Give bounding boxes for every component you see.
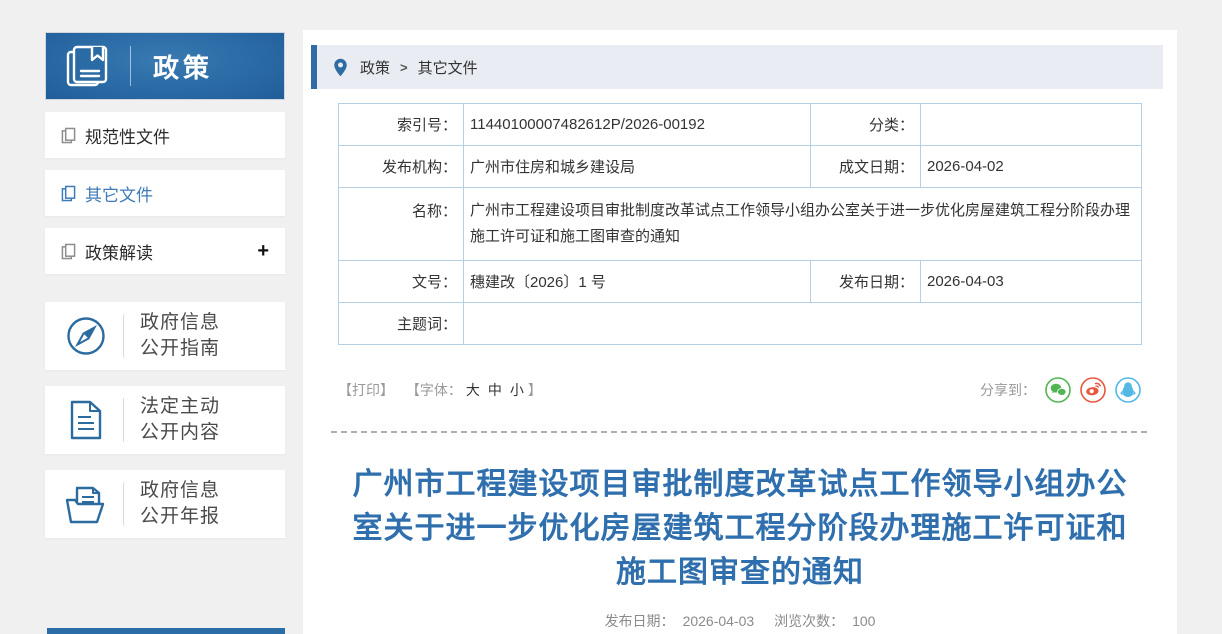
breadcrumb-separator: >: [400, 60, 408, 75]
sidebar-title: 政策: [153, 48, 213, 85]
expand-plus-icon[interactable]: +: [257, 240, 269, 263]
weibo-icon[interactable]: [1080, 377, 1106, 403]
card-label: 政府信息 公开年报: [140, 478, 220, 530]
print-font-controls: 【打印】 【字体：大中小】: [338, 380, 542, 400]
dashed-divider: [331, 431, 1147, 433]
agency-label: 发布机构：: [339, 146, 464, 188]
meta-views-label: 浏览次数：: [774, 613, 844, 629]
sidebar-item-label: 规范性文件: [85, 123, 170, 148]
table-row: 文号： 穗建改〔2026〕1 号 发布日期： 2026-04-03: [339, 261, 1142, 303]
main-panel: 政策 > 其它文件 索引号： 11440100007482612P/2026-0…: [303, 30, 1177, 634]
sidebar-item-other-docs[interactable]: 其它文件: [45, 170, 285, 216]
sidebar-item-label: 政策解读: [85, 239, 153, 264]
print-button[interactable]: 【打印】: [338, 382, 394, 398]
subject-value: [464, 303, 1142, 345]
page: 政策 规范性文件 其它文件: [0, 0, 1222, 634]
share-label: 分享到：: [980, 380, 1036, 400]
sidebar-item-normative-docs[interactable]: 规范性文件: [45, 112, 285, 158]
doc-pages-icon: [61, 127, 76, 144]
written-date-value: 2026-04-02: [921, 146, 1142, 188]
agency-value: 广州市住房和城乡建设局: [464, 146, 811, 188]
card-divider: [123, 314, 124, 358]
compass-icon: [63, 314, 109, 358]
category-value: [921, 104, 1142, 146]
name-value: 广州市工程建设项目审批制度改革试点工作领导小组办公室关于进一步优化房屋建筑工程分…: [464, 188, 1142, 261]
table-row: 名称： 广州市工程建设项目审批制度改革试点工作领导小组办公室关于进一步优化房屋建…: [339, 188, 1142, 261]
table-row: 索引号： 11440100007482612P/2026-00192 分类：: [339, 104, 1142, 146]
breadcrumb-current[interactable]: 其它文件: [418, 57, 478, 78]
qq-icon[interactable]: [1115, 377, 1141, 403]
wechat-icon[interactable]: [1045, 377, 1071, 403]
doc-number-value: 穗建改〔2026〕1 号: [464, 261, 811, 303]
table-row: 主题词：: [339, 303, 1142, 345]
article-toolbar: 【打印】 【字体：大中小】 分享到：: [338, 377, 1141, 403]
header-divider: [130, 46, 131, 86]
card-divider: [123, 398, 124, 442]
font-size-small-button[interactable]: 小: [510, 382, 524, 398]
card-label: 法定主动 公开内容: [140, 394, 220, 446]
breadcrumb: 政策 > 其它文件: [311, 45, 1163, 89]
font-size-medium-button[interactable]: 中: [488, 382, 502, 398]
written-date-label: 成文日期：: [811, 146, 921, 188]
share-bar: 分享到：: [980, 377, 1141, 403]
publish-date-value: 2026-04-03: [921, 261, 1142, 303]
sidebar-next-section-bar: [47, 628, 285, 634]
doc-number-label: 文号：: [339, 261, 464, 303]
meta-views-count: 100: [852, 613, 875, 629]
card-legal-disclosure[interactable]: 法定主动 公开内容: [45, 386, 285, 454]
meta-publish-label: 发布日期：: [605, 613, 675, 629]
category-label: 分类：: [811, 104, 921, 146]
book-icon: [64, 43, 112, 89]
card-annual-report[interactable]: 政府信息 公开年报: [45, 470, 285, 538]
index-number-value: 11440100007482612P/2026-00192: [464, 104, 811, 146]
document-meta-table: 索引号： 11440100007482612P/2026-00192 分类： 发…: [338, 103, 1142, 345]
subject-label: 主题词：: [339, 303, 464, 345]
doc-pages-icon: [61, 243, 76, 260]
font-size-large-button[interactable]: 大: [466, 382, 480, 398]
sidebar-header: 政策: [45, 32, 285, 100]
sidebar-item-label: 其它文件: [85, 181, 153, 206]
sidebar: 政策 规范性文件 其它文件: [45, 32, 285, 554]
breadcrumb-link-policy[interactable]: 政策: [360, 57, 390, 78]
card-gov-info-guide[interactable]: 政府信息 公开指南: [45, 302, 285, 370]
index-number-label: 索引号：: [339, 104, 464, 146]
name-label: 名称：: [339, 188, 464, 261]
doc-pages-icon: [61, 185, 76, 202]
sidebar-item-policy-interpretation[interactable]: 政策解读 +: [45, 228, 285, 274]
table-row: 发布机构： 广州市住房和城乡建设局 成文日期： 2026-04-02: [339, 146, 1142, 188]
article-meta: 发布日期： 2026-04-03 浏览次数： 100: [303, 611, 1177, 631]
card-divider: [123, 482, 124, 526]
card-label: 政府信息 公开指南: [140, 310, 220, 362]
document-icon: [63, 398, 109, 442]
font-size-suffix: 】: [528, 382, 542, 398]
article-title: 广州市工程建设项目审批制度改革试点工作领导小组办公 室关于进一步优化房屋建筑工程…: [317, 463, 1163, 595]
font-size-prefix: 【字体：: [406, 382, 462, 398]
meta-publish-date: 2026-04-03: [683, 613, 755, 629]
folder-icon: [63, 482, 109, 526]
sidebar-info-cards: 政府信息 公开指南 法定主动 公开内容: [45, 302, 285, 538]
publish-date-label: 发布日期：: [811, 261, 921, 303]
location-pin-icon: [333, 58, 348, 77]
